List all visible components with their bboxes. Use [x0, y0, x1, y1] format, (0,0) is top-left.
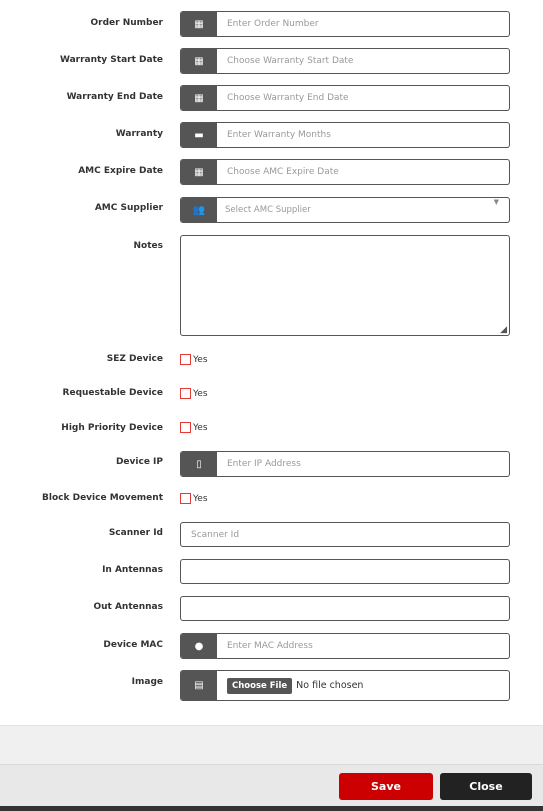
choose-file-button[interactable]: Choose File: [227, 677, 293, 694]
sez-label: SEZ Device: [106, 354, 163, 364]
calendar-icon: ▦: [181, 12, 217, 36]
briefcase-icon: ▬: [181, 123, 217, 147]
checkbox-label: Yes: [193, 493, 208, 504]
chevron-down-icon: ▼: [493, 198, 499, 206]
in-antennas-label: In Antennas: [102, 565, 163, 575]
checkbox-label: Yes: [193, 354, 208, 365]
warranty-start-input[interactable]: Choose Warranty Start Date: [217, 49, 509, 73]
order-number-label: Order Number: [90, 18, 163, 28]
image-label: Image: [131, 677, 163, 687]
warranty-end-label: Warranty End Date: [66, 92, 163, 102]
scanner-id-input[interactable]: Scanner Id: [180, 522, 510, 547]
warranty-label: Warranty: [115, 129, 163, 139]
device-mac-field[interactable]: ● Enter MAC Address: [180, 633, 510, 659]
apple-icon: ●: [181, 634, 217, 658]
warranty-start-label: Warranty Start Date: [59, 55, 163, 65]
block-movement-label: Block Device Movement: [42, 493, 163, 503]
tablet-icon: ▯: [181, 452, 217, 476]
checkbox[interactable]: [180, 493, 191, 504]
checkbox[interactable]: [180, 388, 191, 399]
amc-expire-field[interactable]: ▦ Choose AMC Expire Date: [180, 159, 510, 185]
users-icon: 👥: [181, 198, 217, 222]
device-ip-input[interactable]: Enter IP Address: [217, 452, 509, 476]
high-priority-label: High Priority Device: [61, 423, 163, 433]
calendar-icon: ▦: [181, 86, 217, 110]
amc-supplier-value: Select AMC Supplier: [225, 205, 311, 215]
save-button[interactable]: Save: [339, 773, 433, 800]
close-button[interactable]: Close: [440, 773, 532, 800]
modal-body-bottom: [0, 725, 543, 764]
amc-supplier-label: AMC Supplier: [94, 203, 163, 213]
high-priority-checkbox[interactable]: Yes: [180, 422, 208, 433]
requestable-checkbox[interactable]: Yes: [180, 388, 208, 399]
warranty-end-input[interactable]: Choose Warranty End Date: [217, 86, 509, 110]
warranty-input[interactable]: Enter Warranty Months: [217, 123, 509, 147]
block-movement-checkbox[interactable]: Yes: [180, 493, 208, 504]
checkbox-label: Yes: [193, 388, 208, 399]
amc-expire-input[interactable]: Choose AMC Expire Date: [217, 160, 509, 184]
file-icon: ▤: [181, 671, 217, 700]
order-number-input[interactable]: Enter Order Number: [217, 12, 509, 36]
warranty-field[interactable]: ▬ Enter Warranty Months: [180, 122, 510, 148]
requestable-label: Requestable Device: [62, 388, 163, 398]
device-ip-field[interactable]: ▯ Enter IP Address: [180, 451, 510, 477]
device-ip-label: Device IP: [115, 457, 163, 467]
calendar-icon: ▦: [181, 160, 217, 184]
out-antennas-input[interactable]: [180, 596, 510, 621]
device-mac-input[interactable]: Enter MAC Address: [217, 634, 509, 658]
warranty-start-field[interactable]: ▦ Choose Warranty Start Date: [180, 48, 510, 74]
resize-handle-icon[interactable]: ◢: [500, 325, 507, 335]
checkbox[interactable]: [180, 354, 191, 365]
file-status: No file chosen: [296, 680, 364, 691]
notes-textarea[interactable]: ◢: [180, 235, 510, 336]
checkbox-label: Yes: [193, 422, 208, 433]
order-number-field[interactable]: ▦ Enter Order Number: [180, 11, 510, 37]
calendar-icon: ▦: [181, 49, 217, 73]
out-antennas-label: Out Antennas: [93, 602, 163, 612]
notes-label: Notes: [133, 241, 163, 251]
warranty-end-field[interactable]: ▦ Choose Warranty End Date: [180, 85, 510, 111]
in-antennas-input[interactable]: [180, 559, 510, 584]
scanner-id-label: Scanner Id: [108, 528, 163, 538]
checkbox[interactable]: [180, 422, 191, 433]
amc-expire-label: AMC Expire Date: [78, 166, 163, 176]
bottom-bar: [0, 806, 543, 811]
sez-checkbox[interactable]: Yes: [180, 354, 208, 365]
amc-supplier-select[interactable]: 👥 Select AMC Supplier ▼: [180, 197, 510, 223]
image-field[interactable]: ▤ Choose File No file chosen: [180, 670, 510, 701]
device-mac-label: Device MAC: [103, 640, 163, 650]
